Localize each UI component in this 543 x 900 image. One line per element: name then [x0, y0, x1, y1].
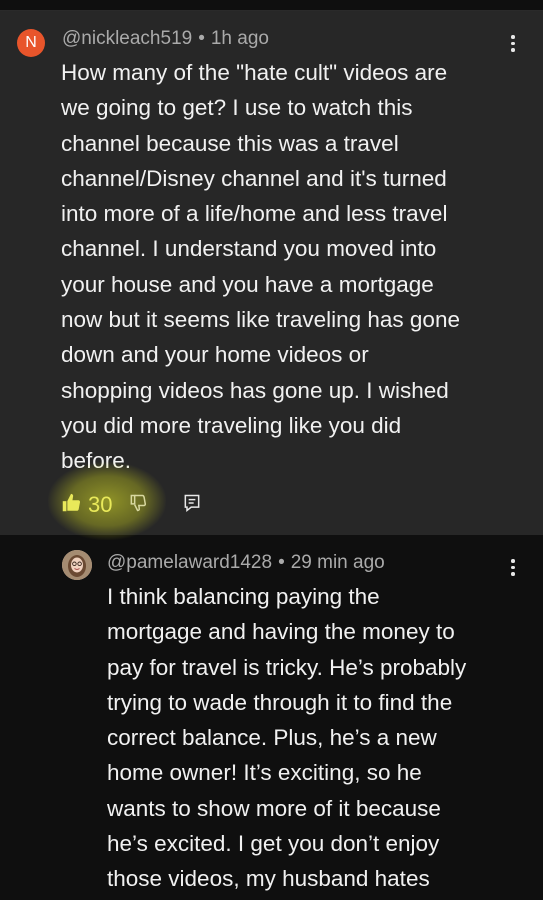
comment-actions: 30 [60, 490, 202, 520]
comment-header: @nickleach519 • 1h ago [62, 28, 269, 50]
separator-dot: • [198, 28, 205, 49]
reply-icon[interactable] [182, 493, 202, 518]
reply-text: I think balancing paying the mortgage an… [107, 584, 467, 892]
kebab-menu-icon[interactable] [510, 35, 516, 52]
like-count: 30 [88, 492, 113, 517]
thumbs-up-icon[interactable] [60, 492, 82, 519]
kebab-menu-icon[interactable] [510, 559, 516, 576]
reply-time: 29 min ago [290, 552, 385, 573]
thumbs-down-icon[interactable] [128, 493, 148, 518]
comment-time: 1h ago [210, 28, 269, 49]
top-divider [0, 0, 543, 11]
separator-dot: • [278, 552, 285, 573]
comment-text: How many of the "hate cult" videos are w… [61, 60, 460, 474]
comment-author[interactable]: @nickleach519 [62, 28, 192, 49]
reply-author[interactable]: @pamelaward1428 [107, 552, 272, 573]
avatar[interactable] [62, 550, 92, 580]
avatar[interactable]: N [17, 29, 45, 57]
reply-header: @pamelaward1428 • 29 min ago [107, 552, 385, 574]
avatar-letter: N [25, 34, 37, 51]
